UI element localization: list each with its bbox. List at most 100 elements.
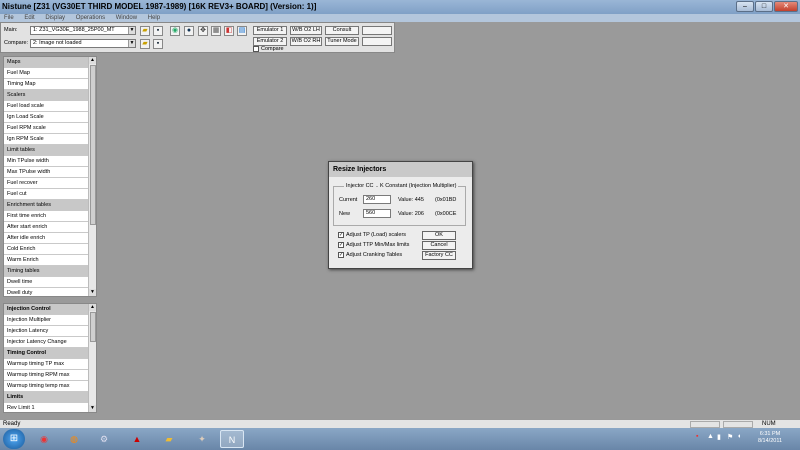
main-label: Main: — [4, 27, 18, 33]
list-item-timing-map[interactable]: Timing Map — [4, 79, 89, 90]
list-item-injection-latency[interactable]: Injection Latency — [4, 326, 89, 337]
tuner-mode-button[interactable]: Tuner Mode — [325, 37, 359, 46]
list-item-fuel-load-scale[interactable]: Fuel load scale — [4, 101, 89, 112]
save-icon[interactable]: ▪ — [153, 39, 163, 49]
list-item-fuel-rpm-scale[interactable]: Fuel RPM scale — [4, 123, 89, 134]
num-lock-indicator: NUM — [762, 421, 776, 427]
list-item-fuel-map[interactable]: Fuel Map — [4, 68, 89, 79]
vertical-scrollbar[interactable]: ▲ ▼ — [88, 57, 96, 296]
emulator2-button[interactable]: Emulator 2 — [253, 37, 287, 46]
chip-icon[interactable]: ▦ — [211, 26, 221, 36]
save-icon[interactable]: ▪ — [153, 26, 163, 36]
close-button[interactable]: ✕ — [774, 1, 798, 12]
chevron-down-icon[interactable]: ▼ — [128, 40, 135, 47]
tray-volume-icon[interactable]: ◖ — [737, 433, 741, 440]
list-item-min-tpulse-width[interactable]: Min TPulse width — [4, 156, 89, 167]
consult-button[interactable]: Consult — [325, 26, 359, 35]
record-icon[interactable]: ◉ — [170, 26, 180, 36]
menu-window[interactable]: Window — [116, 14, 137, 22]
list-item-fuel-cut[interactable]: Fuel cut — [4, 189, 89, 200]
factory-cc-button[interactable]: Factory CC — [422, 251, 456, 260]
list-item-warmup-timing-rpm-max[interactable]: Warmup timing RPM max — [4, 370, 89, 381]
network-icon[interactable]: ⚙ — [92, 430, 116, 448]
scrollbar-thumb[interactable] — [90, 312, 96, 342]
tray-expand-icon[interactable]: ▲ — [707, 433, 714, 440]
firefox-icon[interactable]: ◍ — [62, 430, 86, 448]
cancel-button[interactable]: Cancel — [422, 241, 456, 250]
scrollbar-thumb[interactable] — [90, 65, 96, 225]
taskbar: ⊞ ◉ ◍ ⚙ ▲ ▰ ✦ N ▪ ▲ ▮ ⚑ ◖ 6:31 PM 8/14/2… — [0, 428, 800, 450]
maximize-button[interactable]: □ — [755, 1, 773, 12]
list-item-fuel-recover[interactable]: Fuel recover — [4, 178, 89, 189]
list-item-warm-enrich[interactable]: Warm Enrich — [4, 255, 89, 266]
adjust-cranking-checkbox[interactable]: ✓ — [338, 252, 344, 258]
start-button[interactable]: ⊞ — [3, 429, 25, 449]
list-item-injection-multiplier[interactable]: Injection Multiplier — [4, 315, 89, 326]
tag-icon[interactable]: ◧ — [224, 26, 234, 36]
pdf-icon[interactable]: ▲ — [125, 430, 149, 448]
target-icon[interactable]: ● — [184, 26, 194, 36]
title-bar: Nistune [Z31 (VG30ET THIRD MODEL 1987-19… — [0, 0, 800, 14]
menu-edit[interactable]: Edit — [24, 14, 34, 22]
list-item-ign-load-scale[interactable]: Ign Load Scale — [4, 112, 89, 123]
compare-image-select[interactable]: 2: Image not loaded ▼ — [30, 39, 136, 48]
scroll-up-icon[interactable]: ▲ — [89, 57, 96, 64]
list-item-rev-limit-1[interactable]: Rev Limit 1 — [4, 403, 89, 412]
scroll-up-icon[interactable]: ▲ — [89, 304, 96, 311]
list-item-warmup-timing-temp-max[interactable]: Warmup timing temp max — [4, 381, 89, 392]
list-item-after-start-enrich[interactable]: After start enrich — [4, 222, 89, 233]
injector-cc-group-label: Injector CC — [344, 183, 376, 189]
new-cc-input[interactable]: 560 — [363, 209, 391, 218]
dialog-title: Resize Injectors — [329, 162, 472, 177]
adjust-ttp-limits-checkbox[interactable]: ✓ — [338, 242, 344, 248]
tools-icon[interactable]: ✦ — [190, 430, 214, 448]
list-item-cold-enrich[interactable]: Cold Enrich — [4, 244, 89, 255]
list-item-max-tpulse-width[interactable]: Max TPulse width — [4, 167, 89, 178]
minimize-button[interactable]: – — [736, 1, 754, 12]
main-image-value: 1: Z31_VG30E_1988_25P00_MT — [33, 27, 115, 33]
list-header-timing-tables: Timing tables — [4, 266, 89, 277]
grid-icon[interactable]: ✥ — [198, 26, 208, 36]
main-image-select[interactable]: 1: Z31_VG30E_1988_25P00_MT ▼ — [30, 26, 136, 35]
status-panel — [723, 421, 753, 428]
current-cc-input[interactable]: 260 — [363, 195, 391, 204]
menu-display[interactable]: Display — [45, 14, 65, 22]
list-item-injector-latency-change[interactable]: Injector Latency Change — [4, 337, 89, 348]
open-folder-icon[interactable]: ▰ — [140, 26, 150, 36]
scroll-down-icon[interactable]: ▼ — [89, 289, 96, 296]
tray-network-icon[interactable]: ▮ — [717, 433, 721, 441]
menu-operations[interactable]: Operations — [76, 14, 105, 22]
open-folder-icon[interactable]: ▰ — [140, 39, 150, 49]
adjust-tp-scalers-label: Adjust TP (Load) scalers — [346, 232, 407, 238]
list-item-dwell-time[interactable]: Dwell time — [4, 277, 89, 288]
list-item-dwell-duty[interactable]: Dwell duty — [4, 288, 89, 296]
scroll-down-icon[interactable]: ▼ — [89, 405, 96, 412]
emulator1-button[interactable]: Emulator 1 — [253, 26, 287, 35]
list-item-first-time-enrich[interactable]: First time enrich — [4, 211, 89, 222]
chrome-icon[interactable]: ◉ — [32, 430, 56, 448]
wb-o2-rh-button[interactable]: W/B O2 RH — [290, 37, 322, 46]
new-k-value: Value: 206 — [398, 211, 424, 217]
graph-icon[interactable]: ▤ — [237, 26, 247, 36]
list-item-after-idle-enrich[interactable]: After idle enrich — [4, 233, 89, 244]
compare-checkbox-label: Compare — [261, 46, 284, 52]
menu-file[interactable]: File — [4, 14, 14, 22]
adjust-tp-scalers-checkbox[interactable]: ✓ — [338, 232, 344, 238]
tray-alert-icon[interactable]: ▪ — [696, 433, 698, 440]
table-list-panel: Maps Fuel Map Timing Map Scalers Fuel load s… — [3, 56, 97, 297]
vertical-scrollbar[interactable]: ▲ ▼ — [88, 304, 96, 412]
ok-button[interactable]: OK — [422, 231, 456, 240]
tray-flag-icon[interactable]: ⚑ — [727, 433, 733, 441]
list-header-scalers: Scalers — [4, 90, 89, 101]
status-text: Ready — [3, 421, 21, 427]
chevron-down-icon[interactable]: ▼ — [128, 27, 135, 34]
wb-o2-lh-button[interactable]: W/B O2 LH — [290, 26, 322, 35]
menu-help[interactable]: Help — [148, 14, 160, 22]
list-item-ign-rpm-scale[interactable]: Ign RPM Scale — [4, 134, 89, 145]
nistune-icon[interactable]: N — [220, 430, 244, 448]
folder-icon[interactable]: ▰ — [157, 430, 181, 448]
status-panel — [690, 421, 720, 428]
compare-checkbox[interactable] — [253, 46, 259, 52]
list-item-warmup-timing-tp-max[interactable]: Warmup timing TP max — [4, 359, 89, 370]
taskbar-clock[interactable]: 6:31 PM 8/14/2011 — [748, 431, 792, 445]
